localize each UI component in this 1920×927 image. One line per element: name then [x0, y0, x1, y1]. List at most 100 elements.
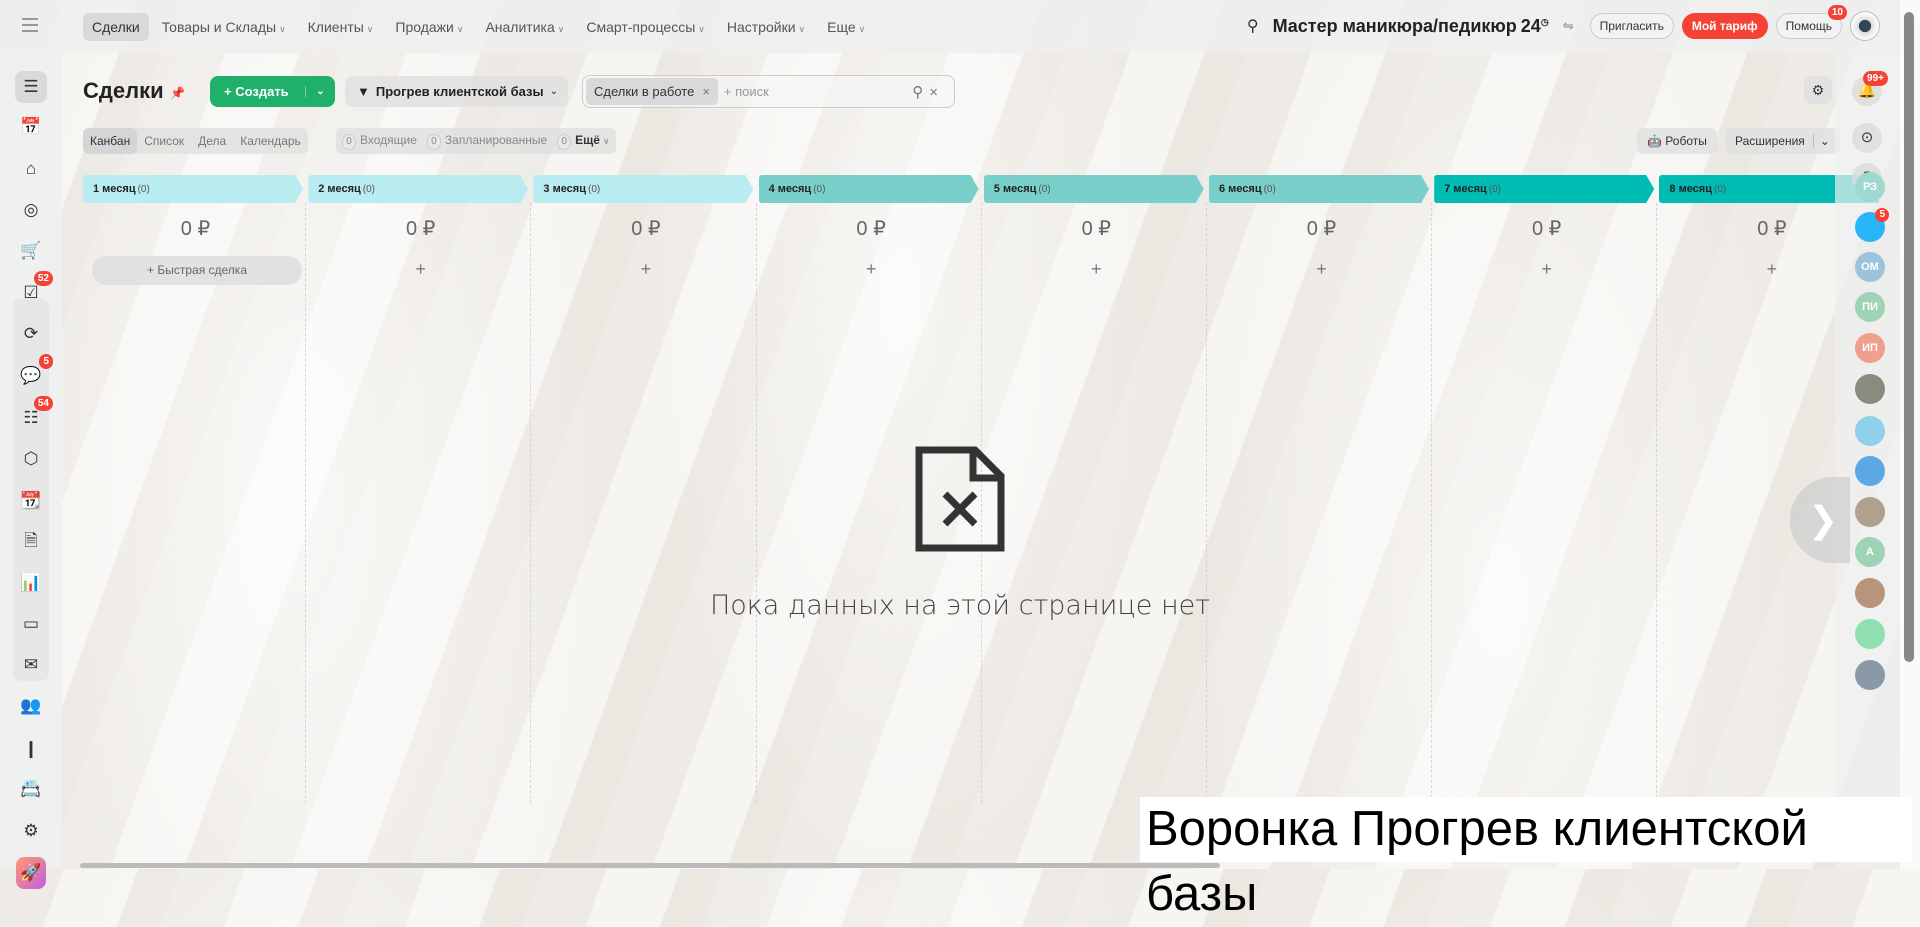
invite-button[interactable]: Пригласить	[1589, 13, 1674, 39]
stage-header[interactable]: 1 месяц (0)	[83, 175, 303, 203]
search-icon[interactable]: ⚲	[912, 84, 929, 101]
pin-icon[interactable]: 📌	[170, 86, 185, 100]
nav-item-6[interactable]: Настройки ∨	[718, 13, 814, 41]
avatar-11[interactable]	[1855, 619, 1885, 649]
create-dropdown-chevron-icon[interactable]: ⌄	[305, 86, 335, 97]
robots-button[interactable]: 🤖 Роботы	[1637, 128, 1717, 154]
stage-count: (0)	[1038, 184, 1051, 195]
extensions-button[interactable]: Расширения ⌄	[1725, 128, 1840, 154]
search-icon[interactable]: ⚲	[1247, 16, 1259, 36]
add-deal-button[interactable]: +	[1209, 259, 1434, 280]
rocket-icon[interactable]: 🚀	[16, 857, 46, 889]
avatar-5[interactable]	[1855, 374, 1885, 404]
view-tab-3[interactable]: Календарь	[233, 128, 308, 154]
chevron-down-icon: ∨	[366, 24, 374, 34]
view-tab-1[interactable]: Список	[137, 128, 191, 154]
view-tab-0[interactable]: Канбан	[83, 128, 138, 154]
stage-header[interactable]: 6 месяц (0)	[1209, 175, 1429, 203]
stage-header[interactable]: 5 месяц (0)	[984, 175, 1204, 203]
avatar-7[interactable]	[1855, 456, 1885, 486]
analytics-icon[interactable]: ❙	[15, 733, 47, 765]
column-divider	[1206, 203, 1207, 803]
stage-header[interactable]: 4 месяц (0)	[759, 175, 979, 203]
filter-chip-label: Сделки в работе	[594, 84, 695, 99]
create-button[interactable]: + Создать ⌄	[210, 76, 335, 107]
column-divider	[305, 203, 307, 803]
menu-icon[interactable]	[22, 18, 38, 32]
counter-0[interactable]: 0 Входящие	[342, 133, 417, 150]
stage-header[interactable]: 7 месяц (0)	[1434, 175, 1654, 203]
avatar-2[interactable]: ОМ	[1855, 252, 1885, 282]
stage-name: 6 месяц	[1219, 183, 1262, 195]
add-deal-button[interactable]: +	[1434, 259, 1659, 280]
avatar-8[interactable]	[1855, 497, 1885, 527]
add-deal-button[interactable]: +	[308, 259, 533, 280]
add-deal-button[interactable]: +	[533, 259, 758, 280]
calendar-list-icon[interactable]: 📅	[15, 111, 47, 143]
settings-gear-button[interactable]: ⚙	[1804, 76, 1832, 104]
cart-icon[interactable]: 🛒	[15, 235, 47, 267]
contact-card-icon[interactable]: 📇	[15, 773, 47, 805]
warehouse-icon[interactable]: ⌂	[15, 153, 47, 185]
avatar-6[interactable]	[1855, 416, 1885, 446]
avatar-0[interactable]: РЗ	[1855, 172, 1885, 202]
notification-badge: 54	[33, 396, 53, 411]
add-deal-button[interactable]: +	[759, 259, 984, 280]
stage-count: (0)	[1263, 184, 1276, 195]
portal-name[interactable]: Мастер маникюра/педикюр 24◷	[1273, 16, 1549, 37]
nav-item-3[interactable]: Продажи ∨	[386, 13, 472, 41]
view-tab-2[interactable]: Дела	[191, 128, 233, 154]
sync-icon[interactable]: ⟳	[15, 318, 47, 350]
column-divider	[1656, 203, 1658, 803]
counter-1[interactable]: 0 Запланированные	[426, 133, 547, 150]
tasks-icon[interactable]: ☑ 52	[15, 271, 53, 309]
vertical-scrollbar[interactable]	[1904, 12, 1914, 662]
clear-icon[interactable]: ×	[929, 84, 944, 101]
user-avatar[interactable]	[1850, 11, 1880, 41]
stage-header[interactable]: 3 месяц (0)	[533, 175, 753, 203]
notifications-bell-icon[interactable]: 🔔 99+	[1852, 71, 1888, 106]
stage-name: 3 месяц	[543, 183, 586, 195]
calendar-icon[interactable]: 📆	[15, 485, 47, 517]
avatar-12[interactable]	[1855, 660, 1885, 690]
stage-header[interactable]: 2 месяц (0)	[308, 175, 528, 203]
avatar-1[interactable]: 5	[1855, 208, 1889, 242]
close-icon[interactable]: ×	[702, 84, 710, 99]
filter-chip[interactable]: Сделки в работе ×	[586, 78, 718, 105]
document-icon[interactable]: 🗎	[15, 526, 47, 558]
team-icon[interactable]: 👥	[15, 690, 47, 722]
scroll-right-arrow-icon[interactable]: ❯	[1790, 477, 1850, 563]
feed-icon[interactable]: ☷ 54	[15, 396, 53, 434]
help-button[interactable]: Помощь 10	[1775, 5, 1847, 39]
nav-item-5[interactable]: Смарт-процессы ∨	[577, 13, 714, 41]
hexagon-icon[interactable]: ⬡	[15, 443, 47, 475]
avatar-10[interactable]	[1855, 578, 1885, 608]
copilot-icon[interactable]: ⊙	[1852, 123, 1882, 153]
settings-sliders-icon[interactable]: ⇋	[1563, 18, 1574, 34]
my-tariff-button[interactable]: Мой тариф	[1681, 13, 1768, 39]
nav-item-0[interactable]: Сделки	[83, 13, 149, 41]
nav-item-7[interactable]: Еще ∨	[818, 13, 874, 41]
add-deal-button[interactable]: +	[984, 259, 1209, 280]
avatar-3[interactable]: ПИ	[1855, 292, 1885, 322]
nav-item-1[interactable]: Товары и Склады ∨	[153, 13, 295, 41]
search-input[interactable]	[723, 84, 894, 99]
avatar-9[interactable]: А	[1855, 537, 1885, 567]
search-filter-bar[interactable]: Сделки в работе× ⚲×	[582, 75, 955, 108]
quick-deal-button[interactable]: + Быстрая сделка	[92, 256, 302, 285]
stage-name: 2 месяц	[318, 183, 361, 195]
chat-icon[interactable]: 💬 5	[15, 354, 53, 392]
target-icon[interactable]: ◎	[15, 194, 47, 226]
avatar-4[interactable]: ИП	[1855, 333, 1885, 363]
funnel-icon[interactable]: ☰	[15, 71, 47, 103]
stage-name: 1 месяц	[93, 183, 136, 195]
settings-icon[interactable]: ⚙	[15, 815, 47, 847]
chevron-down-icon[interactable]: ⌄	[1812, 134, 1830, 148]
counter-2[interactable]: 0 Ещё ∨	[557, 133, 610, 150]
nav-item-2[interactable]: Клиенты ∨	[299, 13, 383, 41]
stage-name: 7 месяц	[1444, 183, 1487, 195]
mail-icon[interactable]: ✉	[15, 649, 47, 681]
nav-item-4[interactable]: Аналитика ∨	[476, 13, 573, 41]
funnel-selector[interactable]: ▼ Прогрев клиентской базы ⌄	[345, 76, 568, 107]
horizontal-scrollbar[interactable]	[80, 863, 1220, 868]
